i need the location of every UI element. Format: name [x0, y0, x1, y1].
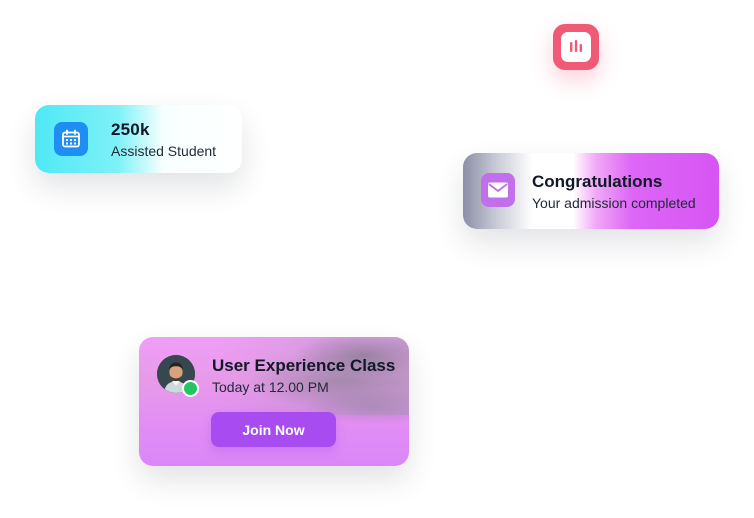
chart-badge-inner [561, 32, 591, 62]
admission-notification-card: Congratulations Your admission completed [463, 153, 719, 229]
chart-badge[interactable] [553, 24, 599, 70]
students-label: Assisted Student [111, 143, 217, 159]
notification-message: Your admission completed [532, 195, 696, 211]
class-time: Today at 12.00 PM [212, 379, 329, 395]
join-now-button[interactable]: Join Now [211, 412, 336, 447]
bar-chart-icon [570, 40, 582, 52]
mail-icon [488, 182, 508, 198]
calendar-icon [62, 129, 80, 148]
calendar-icon-tile [54, 122, 88, 156]
students-count: 250k [111, 120, 150, 139]
notification-title: Congratulations [532, 172, 663, 191]
mail-icon-tile [481, 173, 515, 207]
class-card: User Experience Class Today at 12.00 PM … [139, 337, 409, 466]
online-status-dot [182, 380, 199, 397]
class-title: User Experience Class [212, 356, 396, 375]
assisted-student-card: 250k Assisted Student [35, 105, 242, 173]
